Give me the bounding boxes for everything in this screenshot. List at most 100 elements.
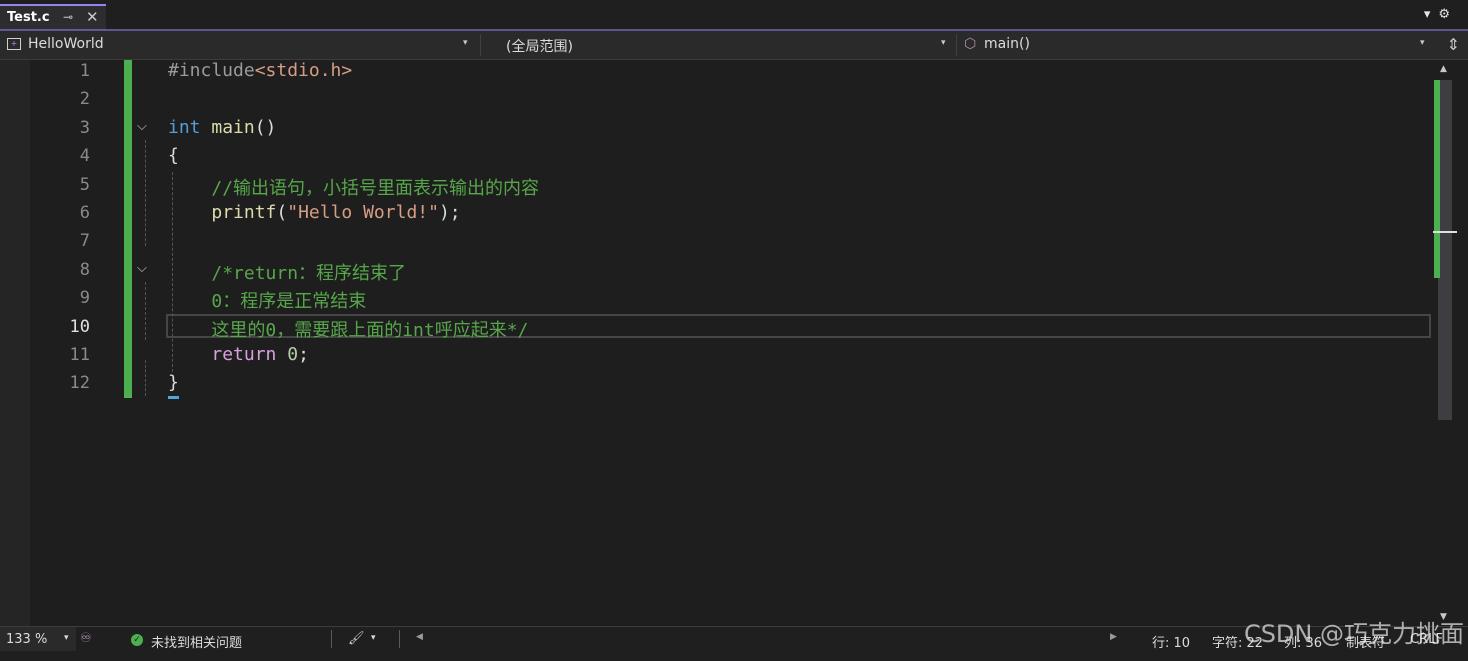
code-token: printf xyxy=(211,202,277,223)
code-line[interactable]: int main() xyxy=(168,117,276,138)
code-line[interactable]: 0：程序是正常结束 xyxy=(168,287,366,313)
code-token: /*return：程序结束了 xyxy=(211,263,407,284)
code-line[interactable]: return 0; xyxy=(168,344,309,365)
code-token: } xyxy=(168,372,179,393)
code-token: () xyxy=(254,117,277,138)
code-token: ); xyxy=(438,202,461,223)
horizontal-scrollbar[interactable]: ◀ ▶ xyxy=(412,631,1122,647)
line-number: 1 xyxy=(79,61,90,81)
code-line[interactable]: /*return：程序结束了 xyxy=(168,259,406,285)
issues-status[interactable]: 未找到相关问题 xyxy=(151,632,242,651)
divider xyxy=(399,630,400,648)
scroll-left-icon[interactable]: ◀ xyxy=(416,632,423,642)
code-line[interactable]: } xyxy=(168,372,179,393)
line-number: 8 xyxy=(79,260,90,280)
code-token: 0 xyxy=(287,344,299,365)
code-line[interactable]: { xyxy=(168,145,179,166)
code-token: 0：程序是正常结束 xyxy=(211,291,367,312)
gear-icon[interactable]: ⚙ xyxy=(1438,7,1458,22)
divider xyxy=(480,34,481,56)
scroll-right-icon[interactable]: ▶ xyxy=(1110,632,1117,642)
code-token: main xyxy=(211,117,255,138)
code-token: #include xyxy=(168,60,255,81)
chevron-down-icon[interactable]: ▾ xyxy=(371,633,376,643)
tabbar-actions: ▾⚙ xyxy=(1424,7,1458,22)
line-number: 7 xyxy=(79,231,90,251)
check-circle-icon: ✓ xyxy=(131,634,143,646)
member-dropdown[interactable]: ⬡ main() ▾ xyxy=(958,31,1432,59)
line-number: 4 xyxy=(79,146,90,166)
pin-icon[interactable]: ⊸ xyxy=(63,10,73,24)
fold-guide xyxy=(145,282,146,340)
line-number: 2 xyxy=(79,89,90,109)
chevron-down-icon: ▾ xyxy=(1420,38,1425,48)
scroll-up-icon[interactable]: ▲ xyxy=(1440,64,1447,74)
change-tracking-bar xyxy=(124,60,132,398)
divider xyxy=(331,630,332,648)
project-dropdown[interactable]: + HelloWorld ▾ xyxy=(0,31,478,59)
code-token: ; xyxy=(298,344,309,365)
fold-guide xyxy=(145,360,146,396)
code-token: <stdio.h> xyxy=(254,60,353,81)
fold-toggle-icon[interactable]: ⌵ xyxy=(137,119,147,134)
project-name: HelloWorld xyxy=(28,36,104,52)
cube-icon: ⬡ xyxy=(964,36,977,52)
line-number: 9 xyxy=(79,288,90,308)
fold-toggle-icon[interactable]: ⌵ xyxy=(137,261,147,276)
code-line[interactable]: printf("Hello World!"); xyxy=(168,202,461,223)
indent-guide xyxy=(172,172,173,372)
line-indicator[interactable]: 行: 10 xyxy=(1152,632,1190,651)
line-number: 12 xyxy=(69,373,90,393)
watermark: CSDN @巧克力挑面 xyxy=(1243,620,1464,648)
code-token: //输出语句，小括号里面表示输出的内容 xyxy=(211,178,540,199)
line-number: 11 xyxy=(69,345,90,365)
code-token: 这里的0，需要跟上面的int呼应起来*/ xyxy=(211,320,529,341)
navigation-bar: + HelloWorld ▾ (全局范围) ▾ ⬡ main() ▾ ⇕ xyxy=(0,31,1468,60)
tab-test-c[interactable]: Test.c ⊸ ✕ xyxy=(0,4,106,30)
brush-icon[interactable]: 🖌 xyxy=(348,631,365,646)
split-editor-icon[interactable]: ⇕ xyxy=(1447,35,1460,54)
chevron-down-icon: ▾ xyxy=(463,38,468,48)
code-token: { xyxy=(168,145,179,166)
zoom-dropdown[interactable]: 133 % ▾ xyxy=(0,627,76,651)
close-icon[interactable]: ✕ xyxy=(86,8,99,26)
divider xyxy=(956,34,957,56)
scrollbar-thumb[interactable] xyxy=(1438,80,1452,420)
code-line[interactable]: 这里的0，需要跟上面的int呼应起来*/ xyxy=(168,316,528,342)
zoom-level: 133 % xyxy=(6,632,48,647)
copilot-icon[interactable]: ♾ xyxy=(80,631,92,646)
scope-dropdown[interactable]: (全局范围) ▾ xyxy=(482,31,956,59)
scrollbar-caret-marker xyxy=(1433,231,1457,233)
tab-title: Test.c xyxy=(7,10,50,25)
tab-list-dropdown-icon[interactable]: ▾ xyxy=(1424,7,1439,22)
line-number: 3 xyxy=(79,118,90,138)
code-token: return xyxy=(211,344,277,365)
project-icon: + xyxy=(7,38,21,50)
fold-guide xyxy=(145,140,146,246)
scrollbar-change-marker xyxy=(1434,80,1440,278)
code-token: ( xyxy=(276,202,288,223)
member-name: main() xyxy=(984,36,1030,52)
scope-name: (全局范围) xyxy=(506,39,573,55)
line-number: 6 xyxy=(79,203,90,223)
glyph-margin xyxy=(0,60,30,626)
brace-match-highlight xyxy=(168,396,179,399)
line-number: 10 xyxy=(69,317,90,337)
line-number: 5 xyxy=(79,175,90,195)
code-token: int xyxy=(168,117,201,138)
code-line[interactable]: #include<stdio.h> xyxy=(168,60,352,81)
code-editor[interactable] xyxy=(0,60,1434,626)
code-line[interactable]: //输出语句，小括号里面表示输出的内容 xyxy=(168,174,539,200)
chevron-down-icon: ▾ xyxy=(64,633,69,643)
document-tab-bar: Test.c ⊸ ✕ ▾⚙ xyxy=(0,0,1468,31)
code-token: "Hello World!" xyxy=(287,202,439,223)
chevron-down-icon: ▾ xyxy=(941,38,946,48)
